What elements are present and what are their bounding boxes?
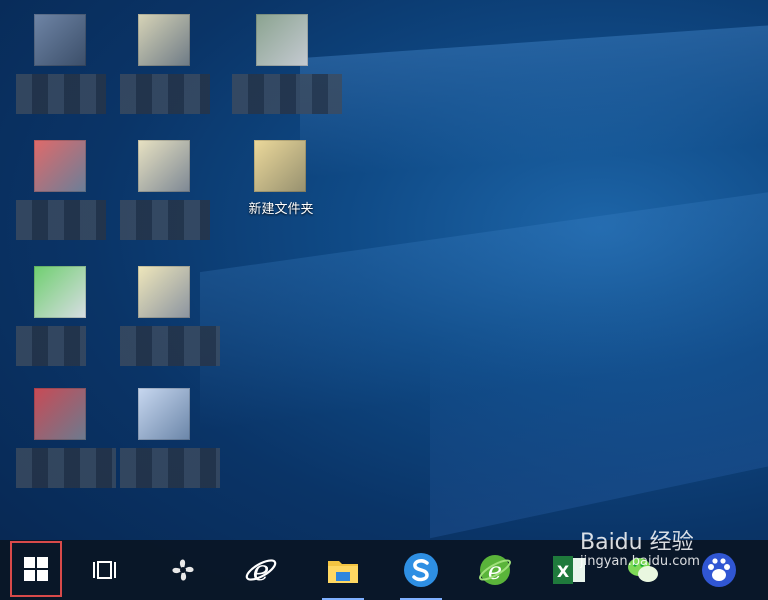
task-view-icon xyxy=(93,561,116,579)
taskbar-excel-button[interactable]: X xyxy=(542,540,596,600)
app-icon xyxy=(34,388,86,440)
desktop-icon-label-blur xyxy=(16,200,106,240)
windows-start-icon xyxy=(24,557,48,581)
wallpaper-light-beam xyxy=(300,21,768,179)
desktop-icon-label-blur xyxy=(232,74,342,114)
desktop-icon-label-blur xyxy=(16,448,116,488)
file-explorer-icon xyxy=(328,561,358,583)
desktop-icon-label-blur xyxy=(120,326,220,366)
taskbar-browser-button[interactable]: e xyxy=(468,540,522,600)
green-browser-icon: e xyxy=(479,555,511,585)
taskbar-sogou-button[interactable] xyxy=(394,540,448,600)
app-icon xyxy=(138,14,190,66)
app-icon xyxy=(34,14,86,66)
desktop-icon-label-blur xyxy=(16,326,86,366)
desktop-icon[interactable] xyxy=(120,388,220,498)
sogou-search-icon xyxy=(404,553,438,587)
taskbar: e e X xyxy=(0,540,768,600)
desktop-icon-label-blur xyxy=(120,74,210,114)
svg-text:X: X xyxy=(557,562,570,581)
desktop-icon-label-blur xyxy=(120,200,210,240)
desktop-icon[interactable] xyxy=(120,266,220,376)
app-icon xyxy=(34,140,86,192)
desktop-icon-label: 新建文件夹 xyxy=(248,202,314,217)
desktop-icon[interactable] xyxy=(16,388,116,498)
desktop-icon[interactable] xyxy=(16,140,106,250)
excel-icon: X xyxy=(553,556,585,584)
desktop-icon[interactable] xyxy=(16,266,106,376)
desktop-icon[interactable] xyxy=(232,14,342,124)
app-icon xyxy=(34,266,86,318)
desktop-icon-label-blur xyxy=(120,448,220,488)
taskbar-file-explorer-button[interactable] xyxy=(316,540,370,600)
desktop-icon-label-blur xyxy=(16,74,106,114)
app-icon xyxy=(138,140,190,192)
desktop-icon[interactable] xyxy=(16,14,106,124)
wechat-icon xyxy=(628,558,658,582)
baidu-paw-icon xyxy=(702,553,736,587)
app-icon xyxy=(138,266,190,318)
taskbar-app-button[interactable] xyxy=(156,540,210,600)
start-button[interactable] xyxy=(10,541,62,597)
app-icon xyxy=(256,14,308,66)
pinwheel-app-icon xyxy=(172,559,194,581)
desktop-icon[interactable] xyxy=(120,140,210,250)
desktop-icon-new-folder[interactable]: 新建文件夹 xyxy=(236,140,326,250)
task-view-button[interactable] xyxy=(78,540,132,600)
taskbar-ie-button[interactable]: e xyxy=(234,540,288,600)
app-icon xyxy=(138,388,190,440)
taskbar-wechat-button[interactable] xyxy=(616,540,670,600)
desktop-icon[interactable] xyxy=(120,14,210,124)
taskbar-baidu-button[interactable] xyxy=(692,540,746,600)
internet-explorer-icon: e xyxy=(245,554,277,587)
svg-text:e: e xyxy=(253,554,270,587)
wallpaper-light-beam xyxy=(430,261,768,539)
folder-icon xyxy=(254,140,306,192)
